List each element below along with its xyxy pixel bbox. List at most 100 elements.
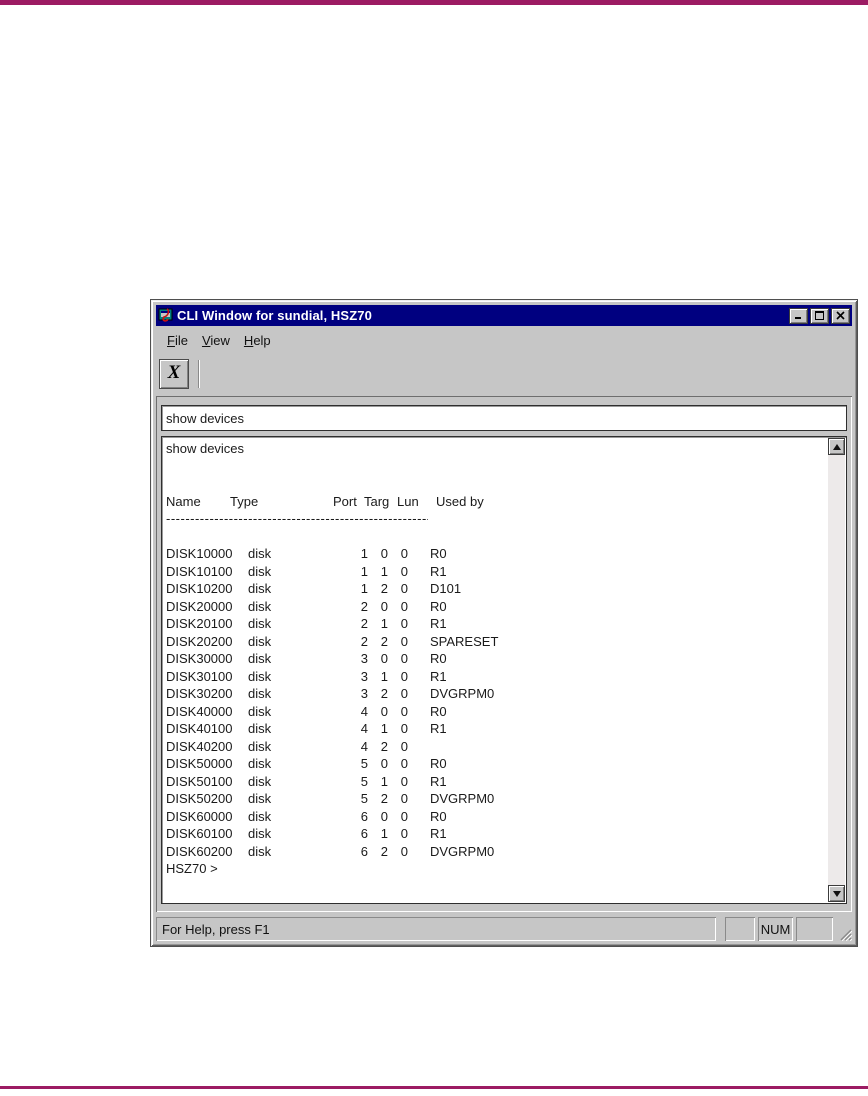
cell-used_by: R1	[430, 563, 447, 579]
col-header-targ: Targ	[364, 493, 390, 509]
col-header-type: Type	[230, 493, 259, 509]
app-icon	[158, 308, 173, 322]
cell-type: disk	[248, 651, 272, 666]
vertical-scrollbar[interactable]	[828, 438, 845, 902]
cell-port: 1	[360, 546, 368, 561]
cell-used_by: R0	[430, 546, 447, 561]
cell-lun: 0	[400, 651, 408, 666]
cell-port: 6	[360, 843, 368, 859]
cell-used_by: R0	[430, 598, 447, 614]
window-title: CLI Window for sundial, HSZ70	[177, 308, 372, 323]
toolbar-exit-cli-button[interactable]: X	[159, 359, 189, 389]
table-row: DISK20100 disk 2 1 0 R1	[166, 615, 846, 633]
cell-lun: 0	[400, 773, 408, 789]
menu-help[interactable]: Help	[237, 330, 278, 351]
cell-name: DISK10000	[166, 546, 233, 561]
cell-name: DISK60200	[166, 843, 233, 859]
cell-used_by: DVGRPM0	[430, 843, 495, 859]
command-input[interactable]	[161, 405, 847, 431]
cell-type: disk	[248, 826, 272, 841]
table-row: DISK30200 disk 3 2 0 DVGRPM0	[166, 685, 846, 703]
cell-name: DISK40200	[166, 738, 233, 754]
cell-type: disk	[248, 581, 272, 596]
cell-port: 3	[360, 686, 368, 701]
scroll-down-button[interactable]	[828, 885, 845, 902]
table-row: DISK20200 disk 2 2 0 SPARESET	[166, 633, 846, 651]
toolbar: X	[156, 352, 852, 396]
close-icon	[836, 311, 845, 320]
cell-lun: 0	[400, 756, 408, 771]
cell-type: disk	[248, 808, 272, 824]
table-row: DISK50200 disk 5 2 0 DVGRPM0	[166, 790, 846, 808]
arrow-down-icon	[832, 890, 841, 897]
table-rows: DISK10000 disk 1 0 0 R0 DISK10100 disk 1 1 0 R1 DISK…	[166, 545, 846, 860]
cell-name: DISK10200	[166, 581, 233, 596]
menu-view[interactable]: View	[195, 330, 237, 351]
cell-lun: 0	[400, 633, 408, 649]
document-page: CLI Window for sundial, HSZ70 File View …	[0, 0, 868, 1096]
cell-targ: 0	[380, 808, 388, 824]
cell-port: 3	[360, 668, 368, 684]
cell-name: DISK20000	[166, 598, 233, 614]
close-button[interactable]	[831, 307, 850, 324]
col-header-used-by: Used by	[436, 493, 484, 509]
cell-lun: 0	[400, 563, 408, 579]
minimize-button[interactable]	[789, 307, 808, 324]
cell-used_by: SPARESET	[430, 633, 499, 649]
cell-lun: 0	[400, 668, 408, 684]
cell-lun: 0	[400, 843, 408, 859]
resize-grip[interactable]	[835, 917, 852, 941]
cell-type: disk	[248, 791, 272, 806]
cell-lun: 0	[400, 738, 408, 754]
status-indicator-scrl	[796, 917, 833, 941]
cell-targ: 0	[380, 546, 388, 561]
client-area: show devices NameTypePortTargLunUsed by …	[156, 396, 852, 912]
col-header-name: Name	[166, 493, 201, 509]
toolbar-separator	[198, 360, 200, 388]
cell-lun: 0	[400, 598, 408, 614]
menu-file[interactable]: File	[160, 330, 195, 351]
cell-targ: 2	[380, 843, 388, 859]
cell-targ: 1	[380, 773, 388, 789]
scroll-up-button[interactable]	[828, 438, 845, 455]
cell-lun: 0	[400, 546, 408, 561]
cell-name: DISK30100	[166, 668, 233, 684]
table-row: DISK10200 disk 1 2 0 D101	[166, 580, 846, 598]
cell-name: DISK60100	[166, 826, 233, 841]
table-separator: ----------------------------------------…	[166, 511, 428, 526]
table-header-row: Name Type Port Targ Lun Used by	[166, 493, 846, 511]
cell-port: 4	[360, 703, 368, 719]
titlebar[interactable]: CLI Window for sundial, HSZ70	[156, 305, 852, 326]
cell-type: disk	[248, 633, 272, 649]
cell-type: disk	[248, 773, 272, 789]
cell-name: DISK40100	[166, 721, 233, 736]
cell-port: 3	[360, 651, 368, 666]
cell-used_by: DVGRPM0	[430, 686, 495, 701]
cell-used_by: R0	[430, 808, 447, 824]
cli-window: CLI Window for sundial, HSZ70 File View …	[150, 299, 858, 947]
cell-lun: 0	[400, 703, 408, 719]
cell-targ: 2	[380, 581, 388, 596]
table-row: DISK10000 disk 1 0 0 R0	[166, 545, 846, 563]
terminal-content: show devices Name Type Port Targ Lun Used by …	[162, 437, 846, 878]
status-indicator-num: NUM	[758, 917, 793, 941]
cell-lun: 0	[400, 826, 408, 841]
table-row: DISK40000 disk 4 0 0 R0	[166, 703, 846, 721]
terminal-output[interactable]: show devices Name Type Port Targ Lun Used by …	[161, 436, 847, 904]
table-row: DISK60000 disk 6 0 0 R0	[166, 808, 846, 826]
cell-name: DISK30200	[166, 686, 233, 701]
table-row: DISK40100 disk 4 1 0 R1	[166, 720, 846, 738]
cell-port: 4	[360, 721, 368, 736]
maximize-button[interactable]	[810, 307, 829, 324]
cell-port: 5	[360, 791, 368, 806]
cell-used_by: R0	[430, 703, 447, 719]
cell-lun: 0	[400, 808, 408, 824]
cell-port: 6	[360, 826, 368, 841]
table-row: DISK50000 disk 5 0 0 R0	[166, 755, 846, 773]
maximize-icon	[815, 311, 824, 320]
cell-type: disk	[248, 668, 272, 684]
cell-lun: 0	[400, 581, 408, 596]
cell-name: DISK50100	[166, 773, 233, 789]
